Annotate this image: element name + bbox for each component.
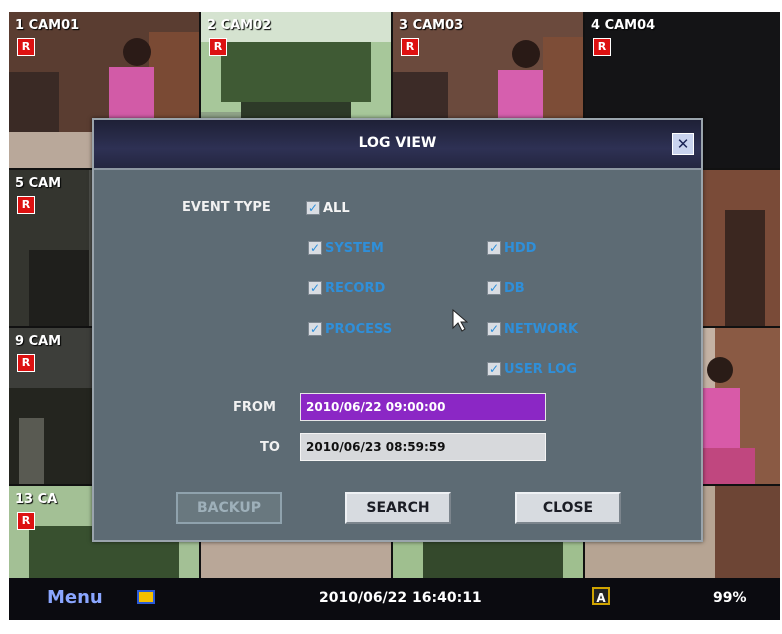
checkbox-label: ALL bbox=[323, 200, 350, 216]
camera-label: 4 CAM04 bbox=[591, 18, 656, 33]
hdd-icon bbox=[137, 590, 155, 604]
checkmark-icon: ✓ bbox=[487, 281, 501, 295]
camera-label: 9 CAM bbox=[15, 334, 62, 349]
recording-badge: R bbox=[17, 354, 35, 372]
checkmark-icon: ✓ bbox=[487, 322, 501, 336]
checkbox-record[interactable]: ✓ RECORD bbox=[308, 279, 385, 297]
dialog-title: LOG VIEW bbox=[358, 135, 437, 151]
checkmark-icon: ✓ bbox=[487, 362, 501, 376]
backup-button[interactable]: BACKUP bbox=[176, 492, 282, 524]
camera-label: 5 CAM bbox=[15, 176, 62, 191]
recording-badge: R bbox=[17, 196, 35, 214]
checkbox-user-log[interactable]: ✓ USER LOG bbox=[487, 360, 577, 378]
checkmark-icon: ✓ bbox=[308, 281, 322, 295]
dialog-title-bar[interactable]: LOG VIEW ✕ bbox=[94, 120, 701, 170]
to-datetime-field[interactable]: 2010/06/23 08:59:59 bbox=[300, 433, 546, 461]
checkbox-process[interactable]: ✓ PROCESS bbox=[308, 320, 392, 338]
to-label: TO bbox=[260, 440, 280, 455]
recording-badge: R bbox=[17, 38, 35, 56]
close-x-icon[interactable]: ✕ bbox=[672, 133, 694, 155]
menu-button[interactable]: Menu bbox=[47, 587, 103, 608]
camera-label: 1 CAM01 bbox=[15, 18, 80, 33]
checkbox-label: USER LOG bbox=[504, 361, 577, 377]
from-datetime-field[interactable]: 2010/06/22 09:00:00 bbox=[300, 393, 546, 421]
log-view-dialog: LOG VIEW ✕ EVENT TYPE ✓ ALL ✓ SYSTEM ✓ R… bbox=[92, 118, 703, 542]
system-clock: 2010/06/22 16:40:11 bbox=[319, 590, 482, 606]
checkmark-icon: ✓ bbox=[308, 241, 322, 255]
checkbox-system[interactable]: ✓ SYSTEM bbox=[308, 239, 384, 257]
checkbox-label: NETWORK bbox=[504, 321, 579, 337]
checkbox-label: PROCESS bbox=[325, 321, 393, 337]
hdd-usage-percent: 99% bbox=[713, 590, 747, 606]
checkbox-all[interactable]: ✓ ALL bbox=[306, 199, 350, 217]
checkbox-label: HDD bbox=[504, 240, 537, 256]
checkmark-icon: ✓ bbox=[308, 322, 322, 336]
camera-label: 13 CA bbox=[15, 492, 58, 507]
close-button[interactable]: CLOSE bbox=[515, 492, 621, 524]
checkbox-label: DB bbox=[504, 280, 525, 296]
recording-badge: R bbox=[17, 512, 35, 530]
camera-label: 2 CAM02 bbox=[207, 18, 272, 33]
auto-mode-icon: A bbox=[592, 587, 610, 605]
checkbox-db[interactable]: ✓ DB bbox=[487, 279, 525, 297]
mouse-cursor-icon bbox=[452, 309, 468, 332]
checkbox-label: RECORD bbox=[325, 280, 386, 296]
recording-badge: R bbox=[593, 38, 611, 56]
checkbox-hdd[interactable]: ✓ HDD bbox=[487, 239, 536, 257]
from-label: FROM bbox=[233, 400, 276, 415]
status-bar: Menu 2010/06/22 16:40:11 A 99% bbox=[9, 578, 780, 620]
camera-label: 3 CAM03 bbox=[399, 18, 464, 33]
checkbox-label: SYSTEM bbox=[325, 240, 384, 256]
event-type-label: EVENT TYPE bbox=[182, 200, 271, 215]
search-button[interactable]: SEARCH bbox=[345, 492, 451, 524]
checkbox-network[interactable]: ✓ NETWORK bbox=[487, 320, 578, 338]
checkmark-icon: ✓ bbox=[306, 201, 320, 215]
recording-badge: R bbox=[401, 38, 419, 56]
recording-badge: R bbox=[209, 38, 227, 56]
checkmark-icon: ✓ bbox=[487, 241, 501, 255]
dvr-screen: 1 CAM01 R 2 CAM02 R 3 CAM03 R 4 CAM04 R bbox=[9, 12, 780, 620]
